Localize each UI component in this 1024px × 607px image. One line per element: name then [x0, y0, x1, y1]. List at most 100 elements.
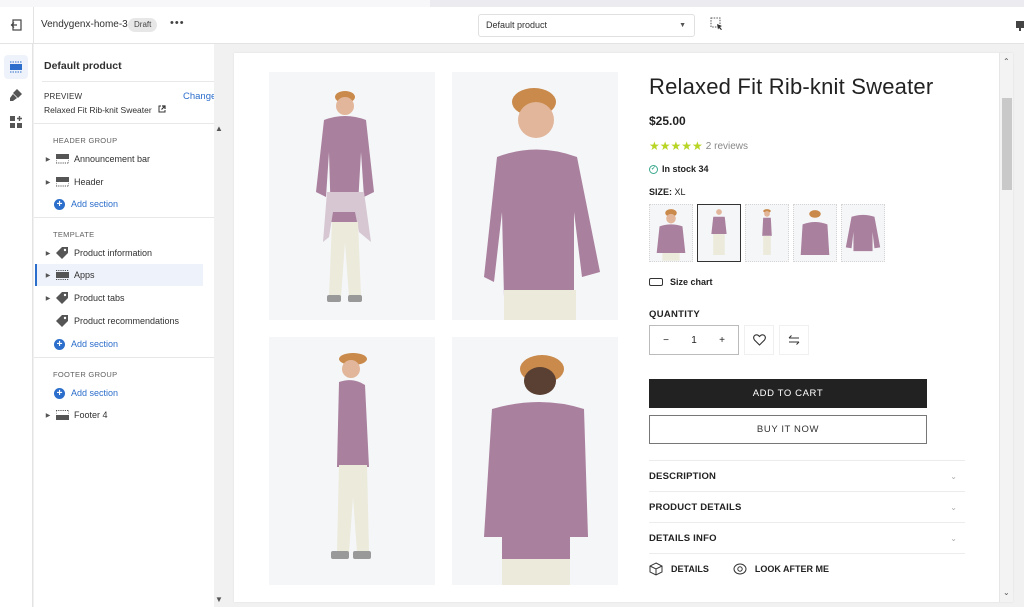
variant-swatch[interactable] [649, 204, 693, 262]
section-icon [55, 269, 69, 281]
preview-product-name: Relaxed Fit Rib-knit Sweater [44, 105, 152, 115]
select-cursor-icon [710, 17, 722, 30]
plus-circle-icon: + [54, 387, 65, 399]
scroll-thumb[interactable] [1002, 98, 1012, 190]
quantity-stepper: − 1 + [649, 325, 739, 355]
more-actions-button[interactable]: ••• [170, 17, 185, 29]
add-section-footer-group[interactable]: + Add section [54, 385, 118, 401]
device-preview-button[interactable] [1016, 19, 1024, 31]
accordion-product-details[interactable]: PRODUCT DETAILS ⌄ [649, 491, 965, 522]
product-image-2[interactable] [452, 72, 618, 320]
external-link-icon [158, 105, 166, 113]
preview-scrollbar[interactable]: ⌃ ⌄ [999, 53, 1013, 602]
expand-arrow-icon[interactable]: ▶ [43, 250, 53, 257]
accordion-description[interactable]: DESCRIPTION ⌄ [649, 460, 965, 491]
section-item-label: Footer 4 [74, 410, 108, 420]
caret-down-icon: ▼ [679, 22, 686, 29]
preview-canvas: Relaxed Fit Rib-knit Sweater $25.00 ★★★★… [234, 53, 1013, 602]
model-closeup-image [484, 88, 600, 320]
scroll-up-icon[interactable]: ⌃ [1003, 57, 1010, 66]
model-back-image [484, 355, 588, 585]
quantity-label: QUANTITY [649, 309, 700, 320]
accordion-label: PRODUCT DETAILS [649, 501, 742, 513]
section-top-icon [55, 176, 69, 188]
divider [34, 217, 214, 218]
sidebar-scrollbar[interactable]: ▲ ▼ [214, 44, 226, 607]
scroll-down-icon[interactable]: ⌄ [1003, 588, 1010, 597]
look-after-me-link[interactable]: LOOK AFTER ME [733, 563, 829, 575]
status-badge: Draft [128, 18, 158, 32]
expand-arrow-icon[interactable]: ▶ [43, 272, 53, 279]
topbar-divider [33, 7, 34, 44]
variant-swatch[interactable] [793, 204, 837, 262]
sidebar-title: Default product [44, 60, 122, 72]
group-label-header: HEADER GROUP [53, 136, 118, 145]
product-image-1[interactable] [269, 72, 435, 320]
section-item-apps[interactable]: ▶ Apps [35, 264, 203, 286]
plus-circle-icon: + [54, 198, 65, 210]
divider [649, 553, 965, 554]
model-full-front-image [316, 91, 374, 302]
section-item-label: Header [74, 177, 104, 187]
section-item-announcement-bar[interactable]: ▶ Announcement bar [37, 148, 205, 170]
add-section-header-group[interactable]: + Add section [54, 196, 118, 212]
section-item-footer-4[interactable]: ▶ Footer 4 [37, 404, 205, 426]
compare-button[interactable] [779, 325, 809, 355]
stock-label: In stock 34 [662, 164, 709, 174]
extra-info-links: DETAILS LOOK AFTER ME [649, 562, 853, 576]
template-select[interactable]: Default product ▼ [478, 14, 695, 37]
add-section-template[interactable]: + Add section [54, 336, 118, 352]
box-icon [649, 562, 663, 576]
change-preview-link[interactable]: Change [183, 91, 216, 102]
template-select-value: Default product [486, 20, 548, 30]
sections-sidebar: Default product PREVIEW Change Relaxed F… [34, 44, 216, 607]
add-section-label: Add section [71, 339, 119, 349]
section-item-product-recommendations[interactable]: Product recommendations [37, 310, 205, 332]
expand-arrow-icon[interactable]: ▶ [43, 295, 53, 302]
tag-icon [55, 292, 69, 304]
product-image-3[interactable] [269, 337, 435, 585]
section-item-product-information[interactable]: ▶ Product information [37, 242, 205, 264]
size-chart-label: Size chart [670, 277, 713, 287]
quantity-increase-button[interactable]: + [716, 335, 728, 346]
details-link[interactable]: DETAILS [649, 562, 709, 576]
accordion-details-info[interactable]: DETAILS INFO ⌄ [649, 522, 965, 553]
paintbrush-icon [10, 89, 22, 101]
product-rating: ★★★★★ 2 reviews [649, 139, 748, 153]
inspector-toggle-button[interactable] [710, 17, 724, 31]
rail-sections-button[interactable] [4, 55, 28, 79]
rail-apps-button[interactable] [4, 110, 28, 134]
product-image-4[interactable] [452, 337, 618, 585]
variant-swatch[interactable] [841, 204, 885, 262]
tag-icon [55, 315, 69, 327]
section-item-label: Announcement bar [74, 154, 151, 164]
wishlist-button[interactable] [744, 325, 774, 355]
section-item-label: Product recommendations [74, 316, 180, 326]
variant-swatch-selected[interactable] [697, 204, 741, 262]
quantity-input[interactable]: 1 [691, 335, 697, 346]
size-chart-link[interactable]: Size chart [649, 277, 713, 287]
scroll-down-icon[interactable]: ▼ [215, 595, 223, 604]
care-icon [733, 563, 747, 575]
section-item-header[interactable]: ▶ Header [37, 171, 205, 193]
expand-arrow-icon[interactable]: ▶ [43, 412, 53, 419]
apps-add-icon [9, 115, 22, 128]
scroll-up-icon[interactable]: ▲ [215, 124, 223, 133]
sections-icon [10, 61, 22, 73]
preview-product-link[interactable]: Relaxed Fit Rib-knit Sweater [44, 105, 166, 115]
expand-arrow-icon[interactable]: ▶ [43, 156, 53, 163]
look-after-me-label: LOOK AFTER ME [754, 564, 830, 574]
section-item-product-tabs[interactable]: ▶ Product tabs [37, 287, 205, 309]
rail-theme-settings-button[interactable] [4, 83, 28, 107]
expand-arrow-icon[interactable]: ▶ [43, 179, 53, 186]
variant-swatch[interactable] [745, 204, 789, 262]
desktop-icon [1016, 21, 1024, 31]
plus-circle-icon: + [54, 338, 65, 350]
buy-it-now-button[interactable]: BUY IT NOW [649, 415, 927, 444]
reviews-link[interactable]: 2 reviews [706, 141, 748, 152]
editor-rail [0, 44, 33, 607]
section-bottom-icon [55, 409, 69, 421]
exit-button[interactable] [6, 15, 26, 35]
add-to-cart-button[interactable]: ADD TO CART [649, 379, 927, 408]
quantity-decrease-button[interactable]: − [660, 335, 672, 346]
